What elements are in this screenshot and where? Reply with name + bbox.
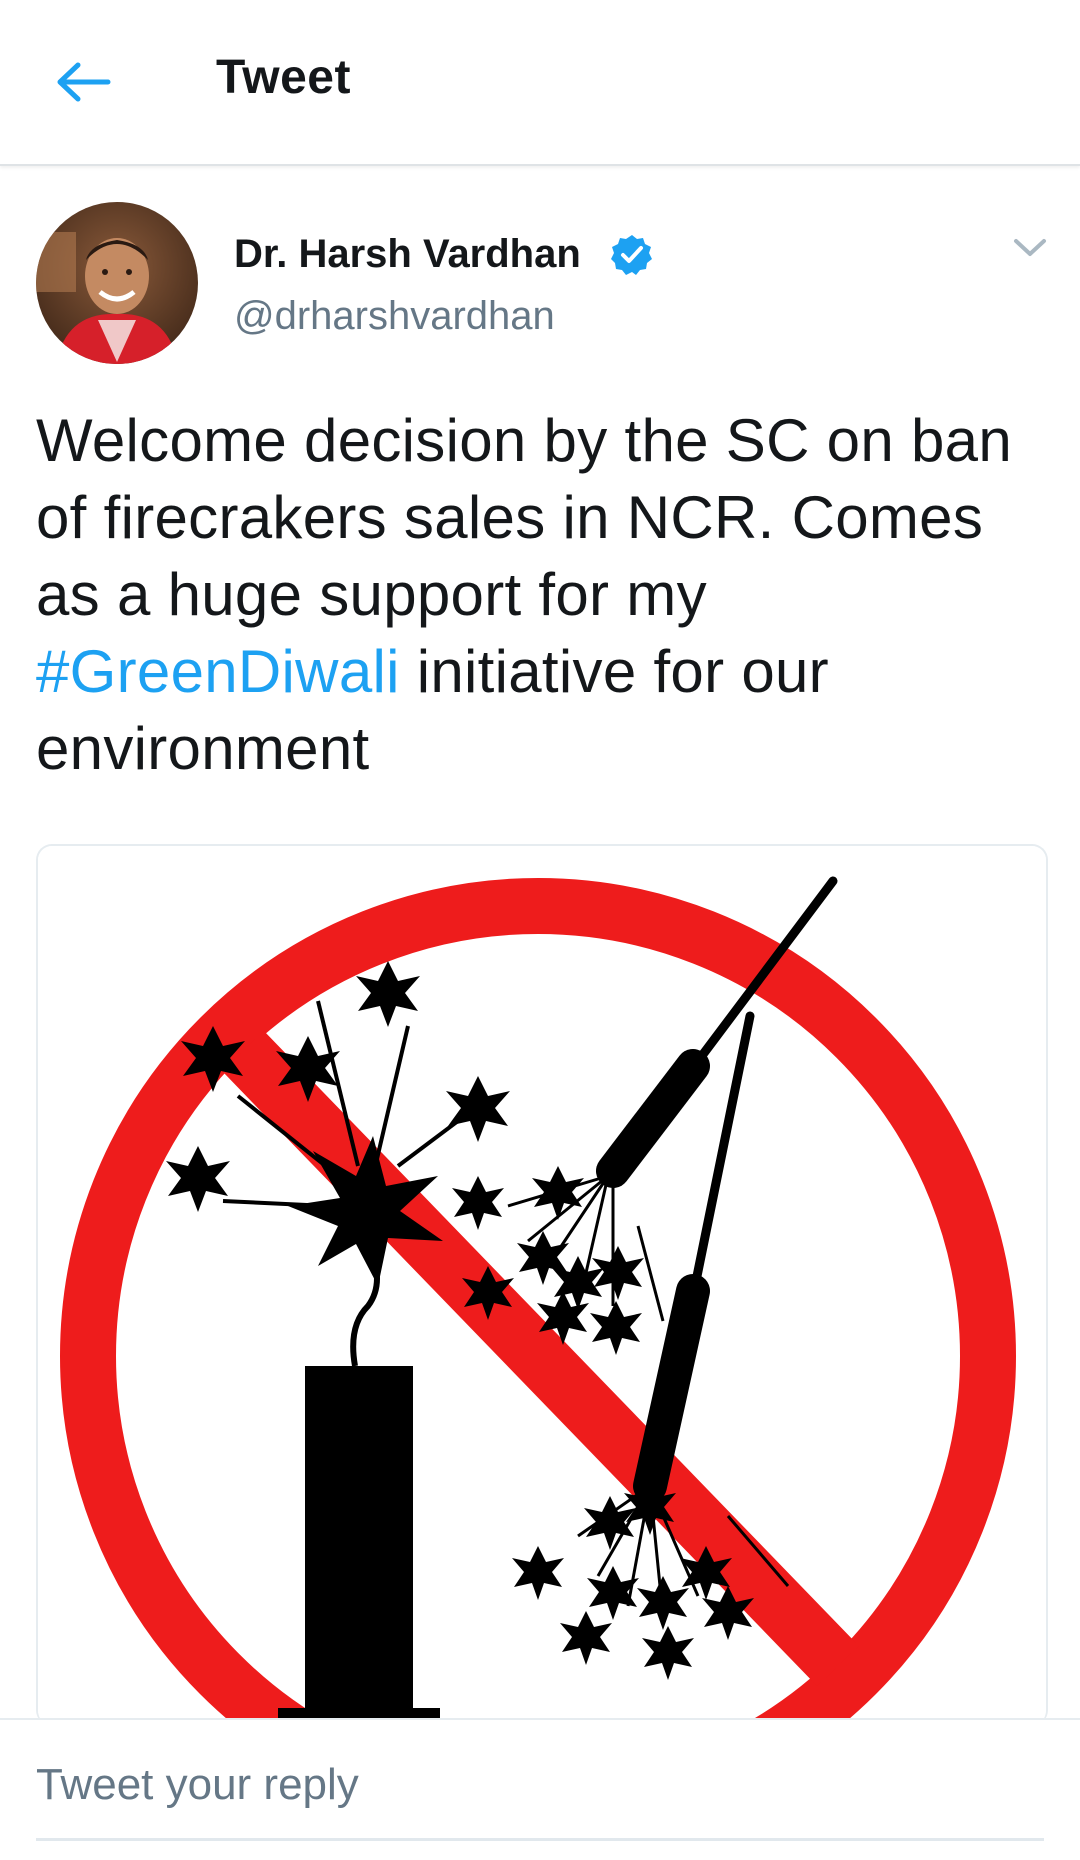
verified-badge-icon <box>611 235 652 275</box>
tweet-media-image[interactable] <box>36 844 1048 1726</box>
tweet-text-part1: Welcome decision by the SC on ban of fir… <box>36 407 1012 628</box>
arrow-left-icon <box>57 62 111 102</box>
reply-bar: Tweet your reply <box>0 1718 1080 1860</box>
author-handle[interactable]: @drharshvardhan <box>234 294 555 339</box>
tweet-text: Welcome decision by the SC on ban of fir… <box>36 402 1046 787</box>
top-app-bar: Tweet <box>0 0 1080 166</box>
hashtag-link[interactable]: #GreenDiwali <box>36 638 400 705</box>
tweet-options-button[interactable] <box>1006 228 1054 268</box>
back-button[interactable] <box>48 52 120 112</box>
avatar[interactable] <box>36 202 198 364</box>
no-firecrackers-sign <box>38 846 1046 1726</box>
chevron-down-icon <box>1014 239 1046 256</box>
reply-input[interactable]: Tweet your reply <box>36 1750 1044 1841</box>
page-title: Tweet <box>216 51 351 104</box>
author-name[interactable]: Dr. Harsh Vardhan <box>234 232 581 277</box>
